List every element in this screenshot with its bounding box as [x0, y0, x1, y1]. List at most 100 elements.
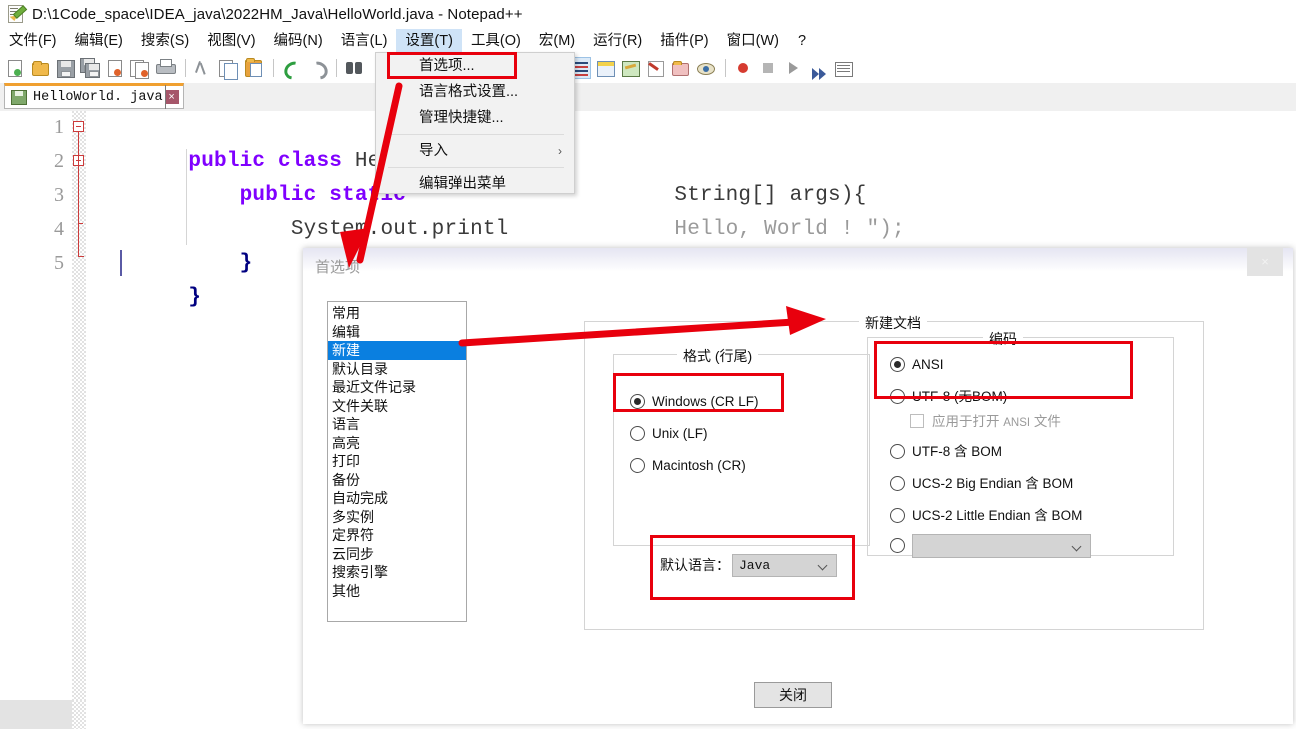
radio-mark: [630, 458, 645, 473]
folder-as-workspace-icon[interactable]: [669, 57, 691, 79]
code-token: Hello, World ! ");: [674, 218, 905, 241]
print-icon[interactable]: [154, 57, 176, 79]
fold-tick: [78, 223, 83, 224]
find-icon[interactable]: [343, 57, 365, 79]
menu-item-preferences[interactable]: 首选项...: [376, 53, 574, 79]
new-file-icon[interactable]: [4, 57, 26, 79]
fold-margin[interactable]: [72, 111, 86, 729]
category-print[interactable]: 打印: [328, 452, 466, 471]
code-line-5: }: [86, 247, 201, 309]
menu-item-shortcut-mapper[interactable]: 管理快捷键...: [376, 105, 574, 131]
category-misc[interactable]: 其他: [328, 582, 466, 601]
menu-item-style-configurator[interactable]: 语言格式设置...: [376, 79, 574, 105]
stop-macro-icon[interactable]: [757, 57, 779, 79]
radio-label: ANSI: [912, 357, 944, 372]
save-all-icon[interactable]: [79, 57, 101, 79]
radio-label: Macintosh (CR): [652, 458, 746, 473]
category-auto-completion[interactable]: 自动完成: [328, 489, 466, 508]
radio-utf8-with-bom[interactable]: UTF-8 含 BOM: [890, 443, 1002, 461]
menu-encoding[interactable]: 编码(N): [265, 29, 332, 55]
function-list-icon[interactable]: [644, 57, 666, 79]
redo-icon[interactable]: [305, 57, 332, 83]
radio-label: UCS-2 Little Endian 含 BOM: [912, 508, 1083, 523]
run-macro-multiple-icon[interactable]: [807, 57, 829, 80]
menu-item-edit-popup-context-menu[interactable]: 编辑弹出菜单: [376, 171, 574, 197]
saved-disk-icon: [11, 89, 27, 105]
run-icon[interactable]: [832, 57, 854, 79]
category-search-engine[interactable]: 搜索引擎: [328, 563, 466, 582]
radio-mark: [890, 357, 905, 372]
fold-marker-line1[interactable]: [73, 121, 84, 132]
category-new-document[interactable]: 新建: [328, 341, 466, 360]
menu-search[interactable]: 搜索(S): [132, 29, 198, 55]
menu-edit[interactable]: 编辑(E): [66, 29, 132, 55]
dialog-close-icon[interactable]: ×: [1247, 248, 1283, 276]
undo-icon[interactable]: [280, 57, 307, 83]
monitoring-icon[interactable]: [694, 57, 716, 79]
menu-view[interactable]: 视图(V): [198, 29, 264, 55]
category-file-assoc[interactable]: 文件关联: [328, 397, 466, 416]
radio-unix-lf[interactable]: Unix (LF): [630, 425, 708, 443]
category-general[interactable]: 常用: [328, 304, 466, 323]
indent-guide: [186, 149, 187, 245]
editor-bottom-fold-strip: [72, 700, 86, 729]
default-language-label: 默认语言：: [660, 557, 730, 573]
category-language[interactable]: 语言: [328, 415, 466, 434]
fold-connector: [78, 132, 79, 256]
category-multi-instance[interactable]: 多实例: [328, 508, 466, 527]
save-icon[interactable]: [54, 57, 76, 79]
paste-icon[interactable]: [242, 57, 264, 79]
word-wrap-icon[interactable]: [594, 57, 616, 79]
menu-file[interactable]: 文件(F): [0, 29, 66, 55]
close-all-icon[interactable]: [129, 57, 151, 79]
category-highlighting[interactable]: 高亮: [328, 434, 466, 453]
radio-utf8-no-bom[interactable]: UTF-8 (无BOM): [890, 388, 1007, 406]
category-delimiter[interactable]: 定界符: [328, 526, 466, 545]
menu-plugins[interactable]: 插件(P): [651, 29, 717, 55]
chevron-down-icon: [819, 562, 828, 568]
notepadpp-window: D:\1Code_space\IDEA_java\2022HM_Java\Hel…: [0, 0, 1296, 729]
checkbox-label-b: ANSI: [1003, 417, 1031, 429]
format-line-ending-group: 格式 (行尾) Windows (CR LF) Unix (LF) Macint…: [613, 346, 870, 546]
copy-icon[interactable]: [217, 57, 239, 80]
toolbar-separator: [725, 59, 726, 77]
line-number: 5: [54, 252, 64, 274]
settings-dropdown-menu: 首选项... 语言格式设置... 管理快捷键... 导入 › 编辑弹出菜单: [375, 52, 575, 194]
menu-run[interactable]: 运行(R): [584, 29, 651, 55]
radio-windows-crlf[interactable]: Windows (CR LF): [630, 393, 759, 411]
record-macro-icon[interactable]: [732, 57, 754, 79]
close-file-icon[interactable]: [104, 57, 126, 79]
tab-strip-divider: [165, 85, 166, 109]
checkbox-apply-to-opened-ansi-files[interactable]: 应用于打开 ANSI 文件: [910, 413, 1061, 432]
close-icon[interactable]: ×: [164, 90, 179, 104]
tab-helloworld-java[interactable]: HelloWorld. java ×: [4, 83, 184, 109]
toolbar-separator: [273, 59, 274, 77]
window-titlebar: D:\1Code_space\IDEA_java\2022HM_Java\Hel…: [0, 0, 1296, 28]
radio-ucs2-big-endian[interactable]: UCS-2 Big Endian 含 BOM: [890, 475, 1073, 493]
encoding-combo[interactable]: [912, 534, 1091, 558]
category-editing[interactable]: 编辑: [328, 323, 466, 342]
preferences-category-list[interactable]: 常用 编辑 新建 默认目录 最近文件记录 文件关联 语言 高亮 打印 备份 自动…: [327, 301, 467, 622]
category-default-dir[interactable]: 默认目录: [328, 360, 466, 379]
menu-item-import[interactable]: 导入 ›: [376, 138, 574, 164]
category-cloud[interactable]: 云同步: [328, 545, 466, 564]
category-recent-files[interactable]: 最近文件记录: [328, 378, 466, 397]
line-number: 2: [54, 150, 64, 172]
radio-ucs2-little-endian[interactable]: UCS-2 Little Endian 含 BOM: [890, 507, 1082, 525]
default-language-row: 默认语言： Java: [660, 551, 860, 579]
radio-mark: [890, 538, 905, 553]
play-macro-icon[interactable]: [782, 57, 804, 79]
code-line-3-tail: Hello, World ! ");: [572, 179, 905, 241]
radio-macintosh-cr[interactable]: Macintosh (CR): [630, 457, 746, 475]
open-folder-icon[interactable]: [29, 57, 51, 79]
menu-help[interactable]: ?: [788, 29, 815, 55]
dialog-close-button[interactable]: 关闭: [754, 682, 832, 708]
menu-window[interactable]: 窗口(W): [718, 29, 788, 55]
cut-icon[interactable]: [192, 57, 214, 79]
default-language-combo[interactable]: Java: [732, 553, 837, 577]
category-backup[interactable]: 备份: [328, 471, 466, 490]
radio-ansi[interactable]: ANSI: [890, 356, 944, 374]
radio-label: Windows (CR LF): [652, 394, 759, 409]
fold-tick: [78, 256, 84, 257]
doc-map-icon[interactable]: [619, 57, 641, 79]
